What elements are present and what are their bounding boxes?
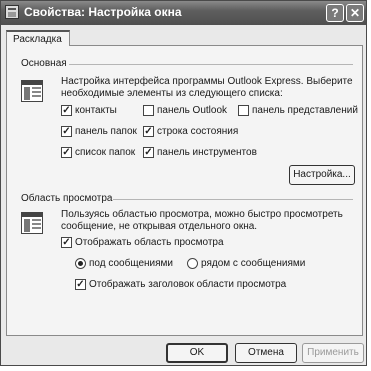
preview-group-title: Область просмотра bbox=[21, 193, 113, 204]
title-bar[interactable]: Свойства: Настройка окна ? ✕ bbox=[1, 1, 366, 25]
customize-button[interactable]: Настройка... bbox=[289, 165, 355, 185]
show-header-label: Отображать заголовок области просмотра bbox=[89, 279, 287, 290]
cancel-button[interactable]: Отмена bbox=[235, 343, 297, 363]
views-bar-label: панель представлений bbox=[252, 105, 358, 116]
status-bar-label: строка состояния bbox=[157, 126, 239, 137]
show-preview-checkbox[interactable]: ✓ bbox=[61, 237, 72, 248]
beside-messages-radio[interactable] bbox=[187, 258, 198, 269]
basic-group-separator bbox=[69, 64, 353, 65]
ok-button[interactable]: OK bbox=[166, 343, 228, 363]
outlook-bar-label: панель Outlook bbox=[157, 105, 228, 116]
preview-group-separator bbox=[113, 199, 353, 200]
below-messages-radio[interactable] bbox=[75, 258, 86, 269]
outlook-bar-checkbox[interactable] bbox=[143, 105, 154, 116]
views-bar-checkbox[interactable] bbox=[238, 105, 249, 116]
folder-bar-label: панель папок bbox=[75, 126, 137, 137]
layout-icon bbox=[21, 80, 43, 102]
folder-list-label: список папок bbox=[75, 147, 136, 158]
contacts-checkbox[interactable]: ✓ bbox=[61, 105, 72, 116]
toolbar-checkbox[interactable]: ✓ bbox=[143, 147, 154, 158]
basic-group-title: Основная bbox=[21, 58, 67, 69]
folder-list-checkbox[interactable]: ✓ bbox=[61, 147, 72, 158]
properties-dialog: Свойства: Настройка окна ? ✕ Раскладка О… bbox=[0, 0, 367, 366]
below-messages-label: под сообщениями bbox=[89, 258, 173, 269]
preview-pane-icon bbox=[21, 212, 43, 234]
close-button[interactable]: ✕ bbox=[346, 4, 364, 22]
apply-button[interactable]: Применить bbox=[302, 343, 364, 363]
show-header-checkbox[interactable]: ✓ bbox=[75, 279, 86, 290]
folder-bar-checkbox[interactable]: ✓ bbox=[61, 126, 72, 137]
window-icon bbox=[5, 5, 19, 19]
help-button[interactable]: ? bbox=[326, 4, 344, 22]
beside-messages-label: рядом с сообщениями bbox=[201, 258, 306, 269]
tab-layout[interactable]: Раскладка bbox=[6, 30, 70, 46]
basic-description: Настройка интерфейса программы Outlook E… bbox=[61, 76, 353, 99]
show-preview-label: Отображать область просмотра bbox=[75, 237, 224, 248]
toolbar-label: панель инструментов bbox=[157, 147, 257, 158]
preview-description: Пользуясь областью просмотра, можно быст… bbox=[61, 209, 343, 232]
contacts-label: контакты bbox=[75, 105, 117, 116]
window-title: Свойства: Настройка окна bbox=[24, 5, 182, 19]
status-bar-checkbox[interactable]: ✓ bbox=[143, 126, 154, 137]
